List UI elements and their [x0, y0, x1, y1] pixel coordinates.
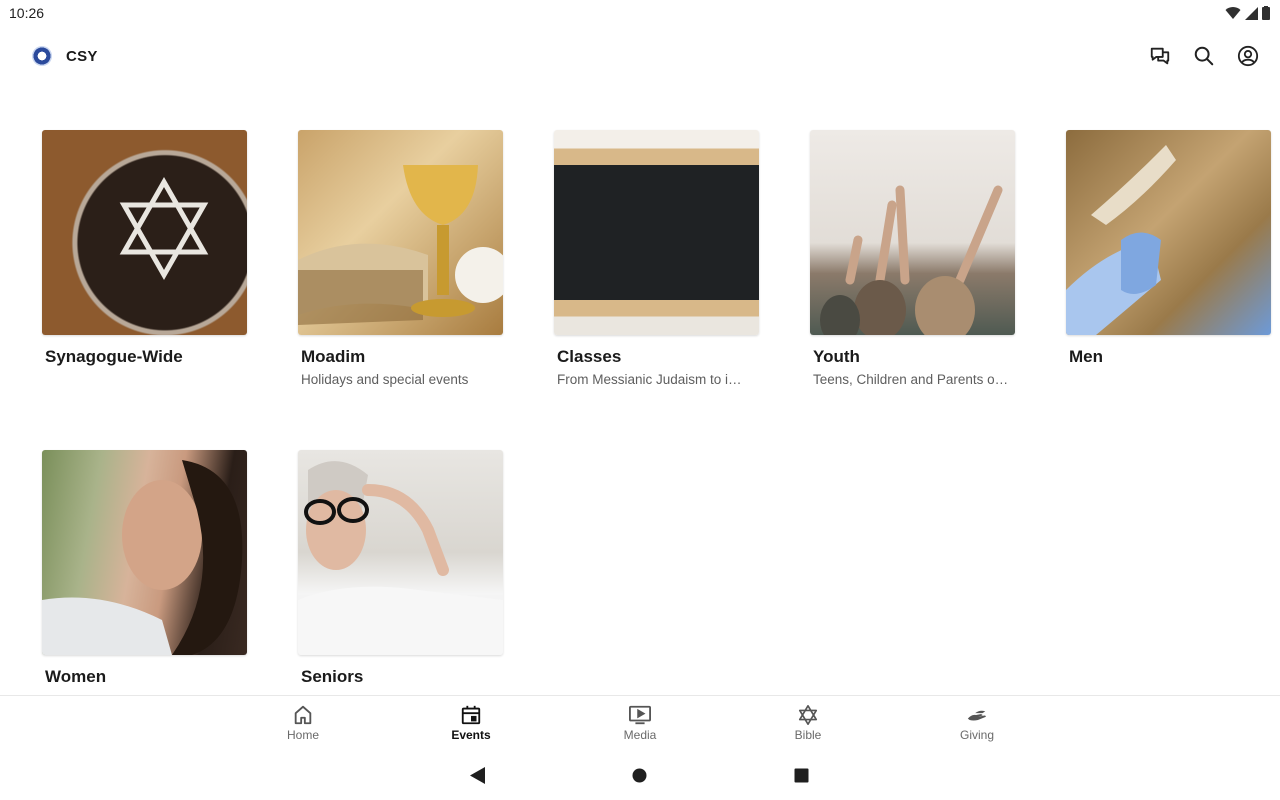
nav-label: Giving	[959, 728, 994, 742]
app-bar: CSY	[0, 34, 1280, 78]
nav-label: Media	[623, 728, 657, 742]
category-card-youth[interactable]: Youth Teens, Children and Parents of…	[810, 130, 1015, 450]
giving-hand-icon	[967, 710, 986, 721]
tv-play-icon	[629, 705, 651, 725]
recents-square-icon[interactable]	[794, 768, 809, 783]
home-circle-icon[interactable]	[632, 768, 647, 783]
category-subtitle: Holidays and special events	[301, 372, 469, 387]
calendar-icon	[461, 705, 481, 725]
category-title: Seniors	[301, 667, 364, 686]
category-image	[1066, 130, 1271, 335]
csy-logo-icon	[32, 46, 52, 66]
messages-button[interactable]	[1148, 44, 1172, 68]
category-card-moadim[interactable]: Moadim Holidays and special events	[298, 130, 503, 450]
category-image	[298, 130, 503, 335]
category-image	[554, 130, 759, 335]
category-title: Classes	[557, 347, 622, 366]
category-image	[298, 450, 503, 655]
status-time: 10:26	[9, 5, 45, 21]
app-actions	[1148, 44, 1260, 68]
nav-label: Bible	[794, 728, 822, 742]
brand[interactable]: CSY	[32, 46, 98, 66]
nav-giving[interactable]: Giving	[932, 704, 1022, 742]
category-image	[42, 450, 247, 655]
account-circle-icon	[1237, 45, 1259, 67]
category-title: Men	[1069, 347, 1103, 366]
bottom-nav: Home Events Media Bible Giving	[0, 695, 1280, 753]
category-card-men[interactable]: Men	[1066, 130, 1271, 450]
signal-icon	[1245, 6, 1258, 20]
category-card-synagogue-wide[interactable]: Synagogue-Wide	[42, 130, 247, 450]
category-image	[810, 130, 1015, 335]
search-icon	[1194, 46, 1214, 66]
nav-media[interactable]: Media	[595, 704, 685, 742]
system-nav-bar	[0, 753, 1280, 800]
battery-icon	[1262, 6, 1270, 20]
chat-bubbles-icon	[1150, 47, 1170, 65]
star-of-david-icon	[798, 705, 818, 725]
nav-label: Events	[451, 728, 491, 742]
status-icons	[1225, 6, 1270, 20]
search-button[interactable]	[1192, 44, 1216, 68]
category-title: Youth	[813, 347, 860, 366]
category-title: Women	[45, 667, 107, 686]
category-image	[42, 130, 247, 335]
app-title: CSY	[66, 47, 98, 65]
wifi-icon	[1225, 7, 1241, 20]
account-button[interactable]	[1236, 44, 1260, 68]
nav-events[interactable]: Events	[426, 704, 516, 742]
category-title: Synagogue-Wide	[45, 347, 183, 366]
nav-home[interactable]: Home	[258, 704, 348, 742]
back-icon[interactable]	[470, 767, 486, 784]
category-subtitle: Teens, Children and Parents of…	[813, 372, 1010, 387]
home-icon	[294, 705, 312, 725]
category-grid: Synagogue-Wide Moadim Holidays and speci…	[42, 130, 1271, 770]
nav-bible[interactable]: Bible	[763, 704, 853, 742]
nav-label: Home	[286, 728, 319, 742]
category-subtitle: From Messianic Judaism to i…	[557, 372, 742, 387]
category-title: Moadim	[301, 347, 366, 366]
status-bar: 10:26	[0, 0, 1280, 26]
category-card-classes[interactable]: Classes From Messianic Judaism to i…	[554, 130, 759, 450]
